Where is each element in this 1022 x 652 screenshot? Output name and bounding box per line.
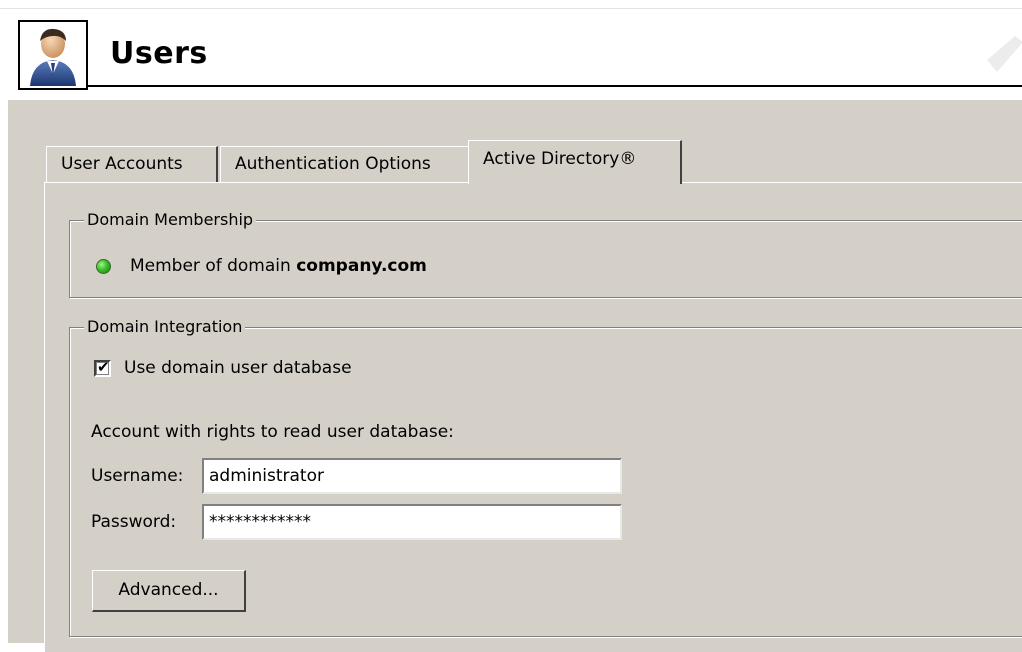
tab-panel-active-directory: Domain Membership Member of domain compa… [44,182,1022,652]
use-domain-db-checkbox[interactable]: ✔ [94,358,111,377]
domain-membership-group: Domain Membership Member of domain compa… [69,210,1022,298]
tab-user-accounts[interactable]: User Accounts [46,146,218,182]
tab-authentication-options[interactable]: Authentication Options [220,146,472,182]
account-rights-label: Account with rights to read user databas… [91,422,454,442]
password-field[interactable]: ************ [202,504,622,540]
green-status-icon [96,259,111,274]
page-title: Users [110,36,208,71]
membership-prefix: Member of domain [130,256,297,276]
membership-domain: company.com [296,256,427,276]
advanced-button[interactable]: Advanced... [92,570,246,612]
watermark-decoration [987,36,1022,72]
use-domain-db-label[interactable]: Use domain user database [124,358,352,378]
tab-active-directory[interactable]: Active Directory® [468,140,682,184]
domain-integration-group: Domain Integration ✔ Use domain user dat… [69,317,1022,637]
membership-status: Member of domain company.com [130,256,427,276]
user-icon [18,20,88,90]
domain-integration-legend: Domain Integration [84,317,246,336]
page-header: Users [0,0,1022,100]
main-panel: User Accounts Authentication Options Act… [8,100,1022,652]
domain-membership-legend: Domain Membership [84,210,257,229]
title-underline [88,85,1022,87]
header-divider [0,8,1022,9]
username-label: Username: [91,466,184,486]
checkmark-icon: ✔ [97,358,110,376]
username-field[interactable]: administrator [202,458,622,494]
password-label: Password: [91,512,177,532]
